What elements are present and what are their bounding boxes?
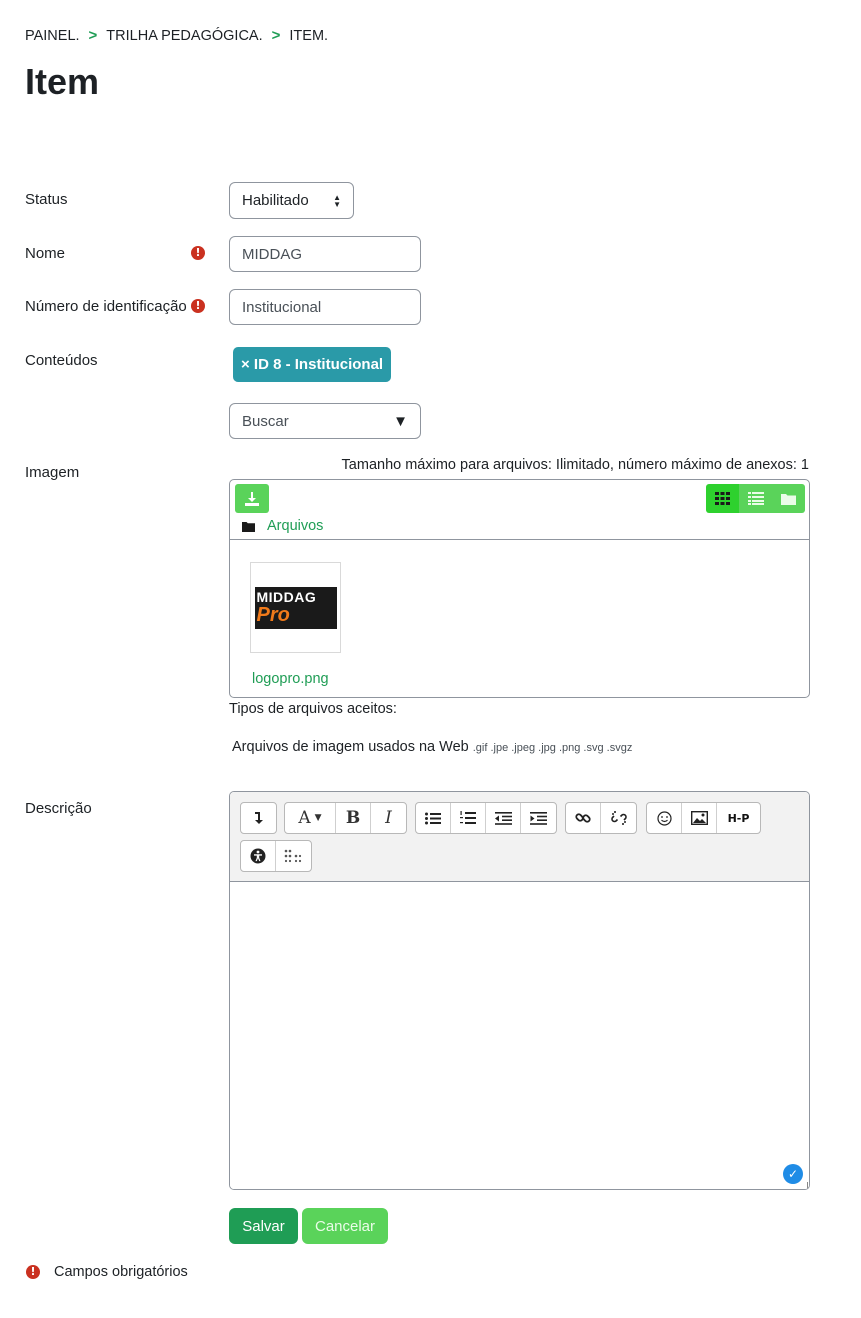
required-fields-text: Campos obrigatórios: [54, 1264, 188, 1280]
bullet-list-icon: [425, 812, 441, 824]
file-manager-header: Arquivos: [230, 480, 809, 540]
indent-button[interactable]: [521, 803, 556, 833]
collapse-arrow-icon: [254, 812, 263, 824]
accepted-types-text: Arquivos de imagem usados na Web: [232, 739, 469, 755]
save-button[interactable]: Salvar: [229, 1208, 298, 1244]
idnumber-label: Número de identificação: [25, 298, 187, 315]
path-folder-link[interactable]: Arquivos: [267, 518, 323, 534]
cancel-button[interactable]: Cancelar: [302, 1208, 388, 1244]
logo-text-top: MIDDAG: [256, 589, 317, 605]
h5p-button[interactable]: H-P: [717, 803, 760, 833]
bold-button[interactable]: B: [336, 803, 371, 833]
add-file-button[interactable]: [235, 484, 269, 513]
file-name-link[interactable]: logopro.png: [252, 671, 329, 687]
resize-handle[interactable]: [800, 1182, 808, 1189]
font-icon: A: [298, 808, 311, 828]
breadcrumb-separator: >: [271, 27, 281, 44]
emoji-button[interactable]: [647, 803, 682, 833]
unordered-list-button[interactable]: [416, 803, 451, 833]
descricao-label: Descrição: [25, 800, 92, 817]
link-icon: [575, 813, 591, 823]
status-select[interactable]: Habilitado ▲ ▼: [229, 182, 354, 219]
image-icon: [690, 811, 708, 825]
max-size-info: Tamanho máximo para arquivos: Ilimitado,…: [341, 457, 809, 473]
grid-icon: [715, 492, 730, 505]
indent-icon: [530, 811, 547, 825]
idnumber-input[interactable]: Institucional: [229, 289, 421, 325]
numbered-list-icon: [460, 810, 476, 824]
accepted-types-label: Tipos de arquivos aceitos:: [229, 701, 397, 717]
status-select-value: Habilitado: [242, 192, 309, 209]
outdent-icon: [494, 811, 512, 825]
grid-view-button[interactable]: [706, 484, 739, 513]
rich-text-editor: A ▼ B I H-P ✓: [229, 791, 810, 1190]
breadcrumb-separator: >: [88, 27, 98, 44]
required-icon: !: [26, 1265, 40, 1279]
imagem-label: Imagem: [25, 464, 80, 481]
editor-toolbar: A ▼ B I H-P: [230, 792, 809, 882]
required-fields-note: ! Campos obrigatórios: [26, 1264, 188, 1280]
smiley-icon: [656, 810, 672, 826]
status-label: Status: [25, 191, 68, 208]
insert-image-button[interactable]: [682, 803, 717, 833]
logo-image: MIDDAG Pro: [254, 586, 337, 629]
dropdown-arrow-icon[interactable]: ▼: [393, 413, 408, 430]
unlink-button[interactable]: [601, 803, 636, 833]
file-path: Arquivos: [242, 518, 323, 534]
view-switcher: [706, 484, 805, 513]
outdent-button[interactable]: [486, 803, 521, 833]
required-icon: !: [191, 246, 205, 260]
breadcrumb-item-trilha[interactable]: TRILHA PEDAGÓGICA.: [106, 28, 262, 44]
required-icon: !: [191, 299, 205, 313]
font-style-button[interactable]: A ▼: [285, 803, 336, 833]
ordered-list-button[interactable]: [451, 803, 486, 833]
folder-icon: [781, 493, 796, 505]
folder-icon: [242, 521, 255, 532]
list-view-button[interactable]: [739, 484, 772, 513]
tree-view-button[interactable]: [772, 484, 805, 513]
h5p-icon: H-P: [727, 811, 750, 825]
breadcrumb: PAINEL. > TRILHA PEDAGÓGICA. > ITEM.: [25, 27, 328, 44]
accepted-types-info: Arquivos de imagem usados na Web .gif .j…: [232, 739, 632, 755]
link-button[interactable]: [566, 803, 601, 833]
checkmark-icon: ✓: [783, 1164, 803, 1184]
accepted-extensions: .gif .jpe .jpeg .jpg .png .svg .svgz: [472, 742, 633, 754]
screenreader-helper-button[interactable]: [276, 841, 311, 871]
breadcrumb-item-item: ITEM.: [289, 27, 329, 44]
bold-icon: B: [345, 808, 361, 828]
italic-icon: I: [385, 808, 392, 828]
search-placeholder: Buscar: [242, 412, 289, 430]
accessibility-checker-button[interactable]: [241, 841, 276, 871]
braille-icon: [284, 849, 301, 863]
accessibility-icon: [250, 848, 266, 864]
selected-content-tag[interactable]: × ID 8 - Institucional: [233, 347, 392, 382]
page-title: Item: [25, 61, 100, 102]
file-thumbnail[interactable]: MIDDAG Pro: [250, 562, 341, 653]
show-more-buttons-button[interactable]: [241, 803, 276, 833]
select-arrows-icon: ▲ ▼: [333, 192, 341, 209]
logo-text-bottom: Pro: [256, 604, 290, 626]
conteudos-search-input[interactable]: Buscar ▼: [229, 403, 421, 439]
file-manager: Arquivos MIDDAG Pro logopro.png: [229, 479, 810, 698]
conteudos-label: Conteúdos: [25, 352, 98, 369]
nome-input[interactable]: MIDDAG: [229, 236, 421, 272]
nome-label: Nome: [25, 245, 66, 262]
download-icon: [245, 491, 259, 506]
list-icon: [747, 492, 764, 505]
italic-button[interactable]: I: [371, 803, 406, 833]
breadcrumb-item-painel[interactable]: PAINEL.: [25, 28, 80, 44]
caret-down-icon: ▼: [314, 813, 322, 823]
editor-content-area[interactable]: ✓: [230, 882, 809, 1189]
unlink-icon: [610, 811, 627, 825]
